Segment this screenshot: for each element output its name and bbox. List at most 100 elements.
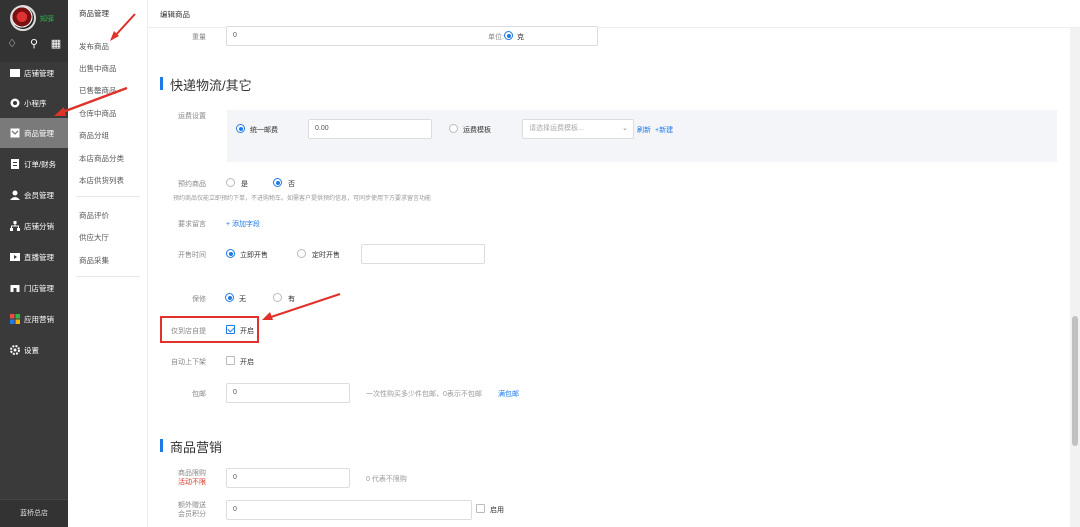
unit-gram-radio[interactable]: [504, 31, 513, 40]
sidebar-item-label: 直播管理: [24, 252, 54, 262]
top-header: 编辑商品: [148, 0, 1080, 28]
sidebar-item-members[interactable]: 会员管理: [0, 180, 68, 210]
apps-icon: [10, 314, 20, 324]
submenu-item-categories[interactable]: 本店商品分类: [79, 153, 124, 164]
sidebar-item-live[interactable]: 直播管理: [0, 242, 68, 272]
sidebar-item-products[interactable]: 商品管理: [0, 118, 68, 148]
sale-timed-radio[interactable]: [297, 249, 306, 258]
limit-input[interactable]: 0: [226, 468, 350, 488]
orders-icon: [10, 159, 20, 169]
sidebar-item-label: 店铺分销: [24, 221, 54, 231]
weight-input[interactable]: 0: [226, 26, 598, 46]
self-pickup-checkbox[interactable]: [226, 325, 235, 334]
submenu-item-supply-list[interactable]: 本店供货列表: [79, 175, 124, 186]
qrcode-icon[interactable]: ▦: [50, 38, 62, 50]
limit-sublabel: 活动不限: [178, 479, 206, 486]
freight-template-placeholder: 请选择运费模板...: [529, 125, 584, 132]
submenu-divider: [76, 276, 140, 277]
warranty-none-text: 无: [239, 296, 246, 303]
freight-label: 运费设置: [178, 113, 206, 120]
warranty-yes-radio[interactable]: [273, 293, 282, 302]
auto-shelf-text: 开启: [240, 359, 254, 366]
add-field-link[interactable]: + 添加字段: [226, 219, 260, 229]
sale-time-input[interactable]: [361, 244, 485, 264]
submenu-item-publish[interactable]: 发布商品: [79, 41, 109, 52]
freight-template-text: 运费模板: [463, 127, 491, 134]
sidebar-item-label: 店铺管理: [24, 68, 54, 78]
auto-shelf-checkbox[interactable]: [226, 356, 235, 365]
presale-no-radio[interactable]: [273, 178, 282, 187]
sale-time-label: 开售时间: [178, 252, 206, 259]
message-label: 要求留言: [178, 221, 206, 228]
warranty-yes-text: 有: [288, 296, 295, 303]
submenu-item-groups[interactable]: 商品分组: [79, 130, 109, 141]
sidebar-item-label: 设置: [24, 345, 39, 355]
shop-icon: [10, 283, 20, 293]
submenu-title: 商品管理: [79, 9, 109, 18]
sale-now-radio[interactable]: [226, 249, 235, 258]
sidebar-item-settings[interactable]: 设置: [0, 335, 68, 365]
self-pickup-text: 开启: [240, 328, 254, 335]
submenu-item-collect[interactable]: 商品采集: [79, 255, 109, 266]
sidebar-item-label: 商品管理: [24, 128, 54, 138]
freight-amount-input[interactable]: 0.00: [308, 119, 432, 139]
freight-unified-radio[interactable]: [236, 124, 245, 133]
sidebar-item-store[interactable]: 店铺管理: [0, 58, 68, 88]
page-scrollbar[interactable]: [1070, 28, 1080, 527]
submenu-item-warehouse[interactable]: 仓库中商品: [79, 108, 117, 119]
sidebar-item-label: 小程序: [24, 98, 47, 108]
sidebar-item-stores[interactable]: 门店管理: [0, 273, 68, 303]
section-marketing-title: 商品营销: [160, 437, 222, 456]
sidebar-item-orders[interactable]: 订单/财务: [0, 149, 68, 179]
free-ship-input[interactable]: 0: [226, 383, 350, 403]
self-pickup-label: 仅到店自提: [171, 328, 206, 335]
sidebar-item-miniprogram[interactable]: 小程序: [0, 88, 68, 118]
headset-icon[interactable]: ⚲: [28, 38, 40, 50]
freight-template-radio[interactable]: [449, 124, 458, 133]
submenu-item-supply-hall[interactable]: 供应大厅: [79, 232, 109, 243]
edit-product-form: 重量 0 单位: 克 快递物流/其它 运费设置 统一邮费 0.00 运费模板 请…: [148, 26, 1070, 527]
product-icon: [10, 128, 20, 138]
sidebar-item-label: 应用营销: [24, 314, 54, 324]
extra-points-input[interactable]: 0: [226, 500, 472, 520]
freight-template-select[interactable]: 请选择运费模板... ⌄: [522, 119, 634, 139]
chevron-down-icon: ⌄: [622, 125, 628, 132]
unit-label: 单位:: [488, 34, 504, 41]
submenu-item-soldout[interactable]: 已售罄商品: [79, 85, 117, 96]
submenu-item-onsale[interactable]: 出售中商品: [79, 63, 117, 74]
sidebar-item-apps[interactable]: 应用营销: [0, 304, 68, 334]
main-sidebar: 知驿 ♢ ⚲ ▦ 店铺管理 小程序 商品管理 订单/财务 会员管理 店铺分销 直…: [0, 0, 68, 527]
unit-gram-text: 克: [517, 34, 524, 41]
miniprogram-icon: [10, 98, 20, 108]
enable-checkbox[interactable]: [476, 504, 485, 513]
bell-icon[interactable]: ♢: [6, 38, 18, 50]
sidebar-item-label: 会员管理: [24, 190, 54, 200]
submenu-item-reviews[interactable]: 商品评价: [79, 210, 109, 221]
sale-now-text: 立即开售: [240, 252, 268, 259]
submenu-divider: [76, 196, 140, 197]
scrollbar-thumb[interactable]: [1072, 316, 1078, 446]
sidebar-footer[interactable]: 蓝桥总店: [0, 499, 68, 527]
sidebar-item-label: 订单/财务: [24, 159, 57, 169]
gear-icon: [10, 345, 20, 355]
refresh-link[interactable]: 刷新: [637, 125, 651, 135]
presale-no-text: 否: [288, 181, 295, 188]
presale-hint: 预约商品仅能立即预约下单，不进购物车。如需客户提供预约信息，可同步使用下方要求留…: [173, 196, 432, 202]
product-submenu: 商品管理 发布商品 出售中商品 已售罄商品 仓库中商品 商品分组 本店商品分类 …: [68, 0, 148, 527]
sidebar-item-distribution[interactable]: 店铺分销: [0, 211, 68, 241]
warranty-none-radio[interactable]: [225, 293, 234, 302]
distribution-icon: [10, 221, 20, 231]
add-template-link[interactable]: +新建: [655, 125, 673, 135]
enable-text: 启用: [490, 507, 504, 514]
presale-yes-text: 是: [241, 181, 248, 188]
free-ship-hint: 一次性购买多少件包邮，0表示不包邮: [366, 391, 482, 398]
extra-points-sublabel: 会员积分: [178, 511, 206, 518]
avatar[interactable]: [10, 5, 36, 31]
presale-yes-radio[interactable]: [226, 178, 235, 187]
section-logistics-title: 快递物流/其它: [160, 75, 252, 94]
sale-timed-text: 定时开售: [312, 252, 340, 259]
free-ship-link[interactable]: 满包邮: [498, 389, 519, 399]
member-icon: [10, 190, 20, 200]
live-icon: [10, 252, 20, 262]
sidebar-header: 知驿 ♢ ⚲ ▦: [0, 0, 68, 62]
